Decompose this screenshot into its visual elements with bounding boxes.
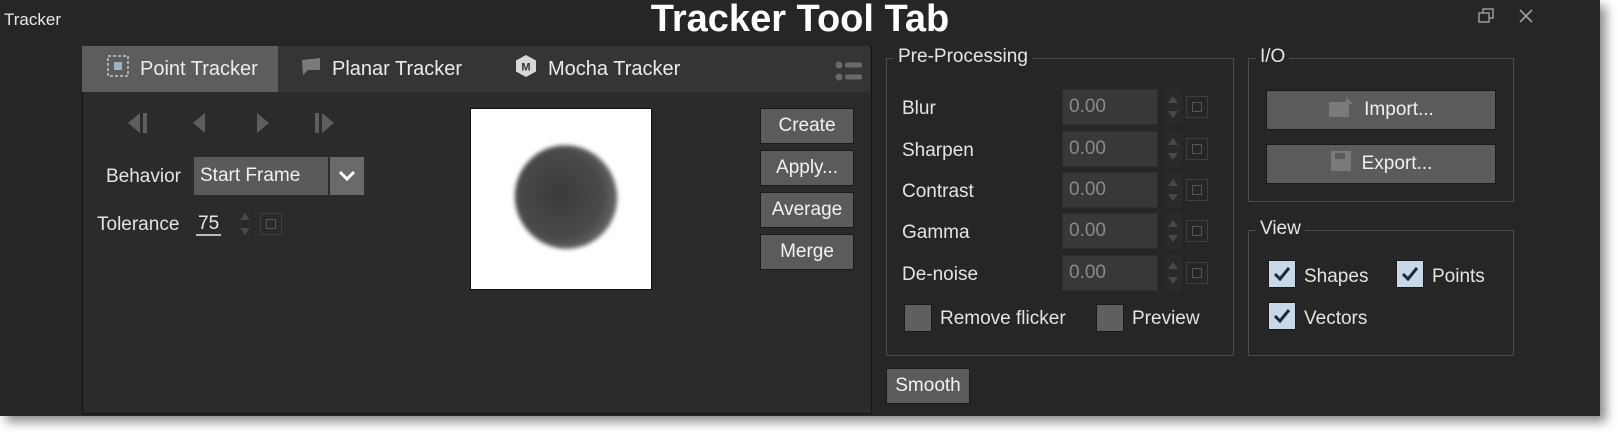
tolerance-label: Tolerance [97,214,180,235]
import-icon [1328,96,1354,124]
contrast-spinner[interactable] [1164,172,1182,208]
step-forward-icon[interactable] [246,108,280,138]
shapes-checkbox[interactable] [1268,260,1296,288]
step-to-first-frame-icon[interactable] [120,108,154,138]
blur-spinner[interactable] [1164,89,1182,125]
export-button[interactable]: Export... [1266,144,1496,184]
tab-label: Mocha Tracker [548,57,681,80]
sharpen-label: Sharpen [902,140,974,161]
sharpen-field[interactable]: 0.00 [1062,131,1158,167]
behavior-dropdown[interactable]: Start Frame [194,157,328,195]
contrast-field[interactable]: 0.00 [1062,172,1158,208]
tracked-feature-image [497,128,635,266]
preview-label: Preview [1132,308,1200,329]
planar-tracker-icon [300,56,322,82]
denoise-label: De-noise [902,264,979,285]
tracker-preview [470,108,652,290]
contrast-keyframe-button[interactable] [1186,179,1208,201]
view-title: View [1256,218,1305,240]
svg-text:M: M [521,62,530,74]
gamma-keyframe-button[interactable] [1186,220,1208,242]
merge-button[interactable]: Merge [760,234,854,270]
tolerance-spinner[interactable] [236,206,254,242]
tolerance-keyframe-button[interactable] [260,213,282,235]
behavior-label: Behavior [106,166,181,187]
vectors-label: Vectors [1304,308,1368,329]
tracker-tab-bar: Point Tracker Planar Tracker M Mocha Tra… [82,46,870,92]
denoise-field[interactable]: 0.00 [1062,255,1158,291]
import-button[interactable]: Import... [1266,90,1496,130]
create-button[interactable]: Create [760,108,854,144]
blur-keyframe-button[interactable] [1186,96,1208,118]
step-to-last-frame-icon[interactable] [308,108,342,138]
denoise-spinner[interactable] [1164,255,1182,291]
tolerance-value[interactable]: 75 [196,214,222,236]
chevron-down-icon[interactable] [330,157,364,195]
vectors-checkbox[interactable] [1268,302,1296,330]
view-group [1248,230,1514,356]
remove-flicker-label: Remove flicker [940,308,1066,329]
step-backward-icon[interactable] [182,108,216,138]
save-icon [1330,150,1352,178]
sharpen-keyframe-button[interactable] [1186,138,1208,160]
gamma-spinner[interactable] [1164,213,1182,249]
list-options-icon[interactable] [834,60,864,89]
checkmark-icon [1401,267,1419,282]
apply-button[interactable]: Apply... [760,150,854,186]
shapes-label: Shapes [1304,266,1369,287]
gamma-field[interactable]: 0.00 [1062,213,1158,249]
average-button[interactable]: Average [760,192,854,228]
tab-planar-tracker[interactable]: Planar Tracker [300,46,462,92]
points-checkbox[interactable] [1396,260,1424,288]
export-label: Export... [1361,153,1433,174]
sharpen-spinner[interactable] [1164,131,1182,167]
point-tracker-icon [106,54,130,84]
tab-label: Point Tracker [140,57,258,80]
mocha-logo-icon: M [514,54,538,84]
io-title: I/O [1256,46,1290,68]
smooth-button[interactable]: Smooth [886,368,970,404]
tab-mocha-tracker[interactable]: M Mocha Tracker [514,46,680,92]
remove-flicker-checkbox[interactable] [904,304,932,332]
denoise-keyframe-button[interactable] [1186,262,1208,284]
pre-processing-title: Pre-Processing [894,46,1032,68]
checkmark-icon [1273,267,1291,282]
close-icon[interactable] [1518,8,1534,29]
contrast-label: Contrast [902,181,974,202]
gamma-label: Gamma [902,222,970,243]
import-label: Import... [1364,99,1434,120]
checkmark-icon [1273,309,1291,324]
preview-checkbox[interactable] [1096,304,1124,332]
points-label: Points [1432,266,1485,287]
blur-field[interactable]: 0.00 [1062,89,1158,125]
tab-point-tracker[interactable]: Point Tracker [82,46,278,92]
page-heading: Tracker Tool Tab [650,0,950,40]
tab-label: Planar Tracker [332,57,463,80]
blur-label: Blur [902,98,936,119]
float-window-icon[interactable] [1478,8,1494,29]
